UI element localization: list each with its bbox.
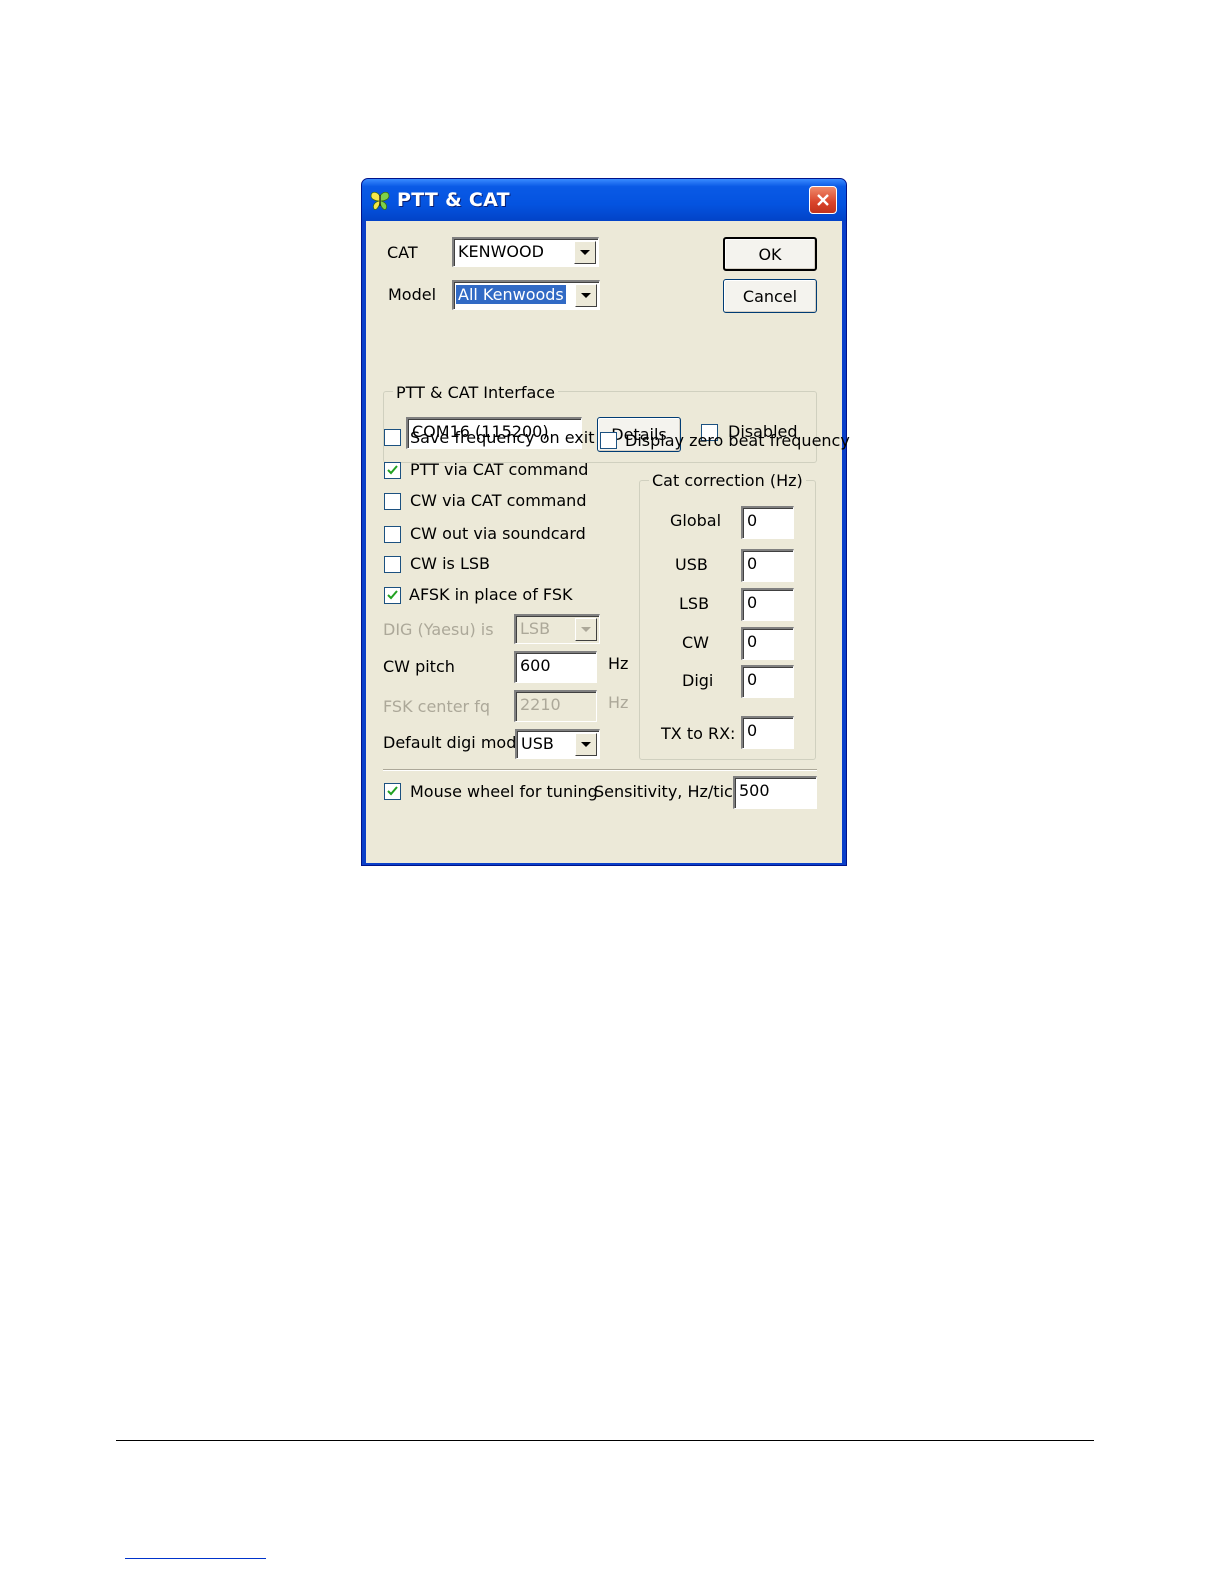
fsk-center-label: FSK center fq [383, 697, 491, 716]
default-digi-select[interactable]: USB [515, 729, 600, 759]
cw-pitch-unit: Hz [608, 654, 629, 673]
mouse-wheel-label: Mouse wheel for tuning [410, 782, 598, 801]
cw-pitch-label: CW pitch [383, 657, 455, 676]
display-zero-beat-label: Display zero beat frequency [625, 431, 850, 450]
cw-via-cat-label: CW via CAT command [410, 491, 587, 510]
afsk-in-place-label: AFSK in place of FSK [409, 585, 573, 604]
cw-via-cat-checkbox[interactable] [384, 493, 401, 510]
tx-to-rx-label: TX to RX: [661, 724, 736, 743]
ok-button[interactable]: OK [723, 237, 817, 271]
checkmark-icon [387, 465, 398, 475]
ptt-via-cat-label: PTT via CAT command [410, 460, 589, 479]
afsk-in-place-checkbox[interactable] [384, 587, 401, 604]
close-icon [817, 194, 829, 206]
cancel-button[interactable]: Cancel [723, 279, 817, 313]
model-dropdown-button[interactable] [575, 284, 597, 307]
tx-to-rx-input[interactable]: 0 [741, 716, 794, 749]
mouse-wheel-checkbox[interactable] [384, 783, 401, 800]
dig-yaesu-select: LSB [514, 614, 600, 644]
cat-select[interactable]: KENWOOD [452, 237, 599, 267]
model-value: All Kenwoods [456, 285, 566, 304]
cw-label: CW [682, 633, 709, 652]
butterfly-app-icon [370, 191, 390, 210]
checkmark-icon [387, 590, 398, 600]
cw-out-soundcard-checkbox[interactable] [384, 526, 401, 543]
sensitivity-label: Sensitivity, Hz/tick [594, 782, 743, 801]
cw-out-soundcard-label: CW out via soundcard [410, 524, 586, 543]
default-digi-value: USB [521, 734, 554, 753]
digi-label: Digi [682, 671, 714, 690]
interface-group-legend: PTT & CAT Interface [393, 383, 558, 402]
page-divider [116, 1440, 1094, 1441]
cw-is-lsb-label: CW is LSB [410, 554, 490, 573]
ptt-via-cat-checkbox[interactable] [384, 462, 401, 479]
default-digi-dropdown-button[interactable] [575, 733, 597, 756]
chevron-down-icon [581, 627, 591, 632]
title-bar[interactable]: PTT & CAT [362, 179, 846, 221]
default-digi-label: Default digi mode [383, 733, 527, 752]
digi-input[interactable]: 0 [741, 665, 794, 698]
chevron-down-icon [581, 742, 591, 747]
model-label: Model [388, 285, 437, 304]
usb-label: USB [675, 555, 708, 574]
usb-input[interactable]: 0 [741, 549, 794, 582]
cat-value: KENWOOD [458, 242, 544, 261]
global-input[interactable]: 0 [741, 506, 794, 539]
model-select[interactable]: All Kenwoods [452, 280, 600, 310]
close-button[interactable] [809, 186, 837, 214]
model-value-wrap: All Kenwoods [454, 282, 573, 309]
save-frequency-checkbox[interactable] [384, 429, 401, 446]
fsk-center-input: 2210 [514, 690, 597, 722]
checkmark-icon [387, 786, 398, 796]
cw-is-lsb-checkbox[interactable] [384, 556, 401, 573]
cw-pitch-input[interactable]: 600 [514, 651, 597, 683]
footer-link-underline [125, 1558, 266, 1559]
chevron-down-icon [580, 250, 590, 255]
window-title: PTT & CAT [397, 189, 510, 211]
dig-yaesu-label: DIG (Yaesu) is [383, 620, 494, 639]
lsb-label: LSB [679, 594, 710, 613]
display-zero-beat-checkbox[interactable] [600, 432, 617, 449]
lsb-input[interactable]: 0 [741, 588, 794, 621]
dig-yaesu-dropdown-button [575, 618, 597, 641]
cat-dropdown-button[interactable] [574, 241, 596, 264]
save-frequency-label: Save frequency on exit [410, 428, 595, 447]
dig-yaesu-value: LSB [520, 619, 551, 638]
chevron-down-icon [581, 293, 591, 298]
cw-input[interactable]: 0 [741, 627, 794, 660]
fsk-center-unit: Hz [608, 693, 629, 712]
dialog-body: CAT KENWOOD Model All Kenwoods OK Cancel… [366, 221, 850, 863]
cat-label: CAT [387, 243, 418, 262]
correction-group-legend: Cat correction (Hz) [649, 471, 806, 490]
ptt-cat-dialog: PTT & CAT CAT KENWOOD Model All Kenwoods… [361, 178, 850, 866]
separator [383, 769, 817, 771]
sensitivity-input[interactable]: 500 [733, 776, 817, 809]
global-label: Global [670, 511, 722, 530]
